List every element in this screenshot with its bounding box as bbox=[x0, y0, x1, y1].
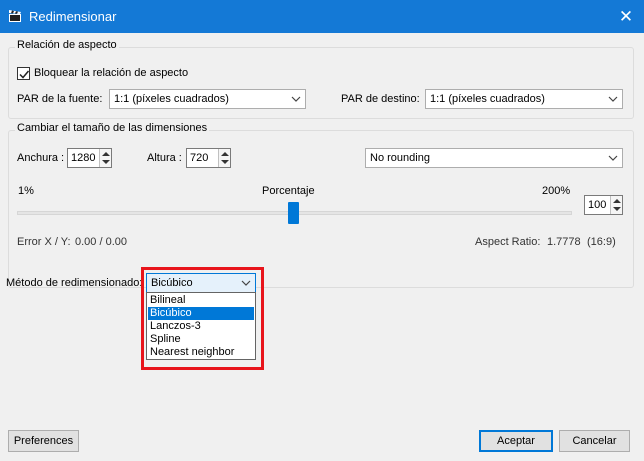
percentage-spin-buttons[interactable] bbox=[610, 196, 622, 214]
window-title: Redimensionar bbox=[29, 9, 117, 24]
aspect-ratio-label: Aspect Ratio: bbox=[475, 236, 541, 248]
clapperboard-icon bbox=[8, 9, 22, 23]
cancel-button[interactable]: Cancelar bbox=[559, 430, 630, 452]
dialog-body: Relación de aspecto Bloquear la relación… bbox=[0, 33, 644, 461]
aspect-ratio-group: Relación de aspecto Bloquear la relación… bbox=[8, 39, 634, 119]
error-label: Error X / Y: bbox=[17, 236, 71, 248]
checkmark-icon bbox=[19, 70, 30, 79]
width-spinbox[interactable]: 1280 bbox=[67, 148, 112, 168]
height-spinbox[interactable]: 720 bbox=[186, 148, 231, 168]
chevron-down-icon bbox=[608, 155, 618, 161]
spin-down-icon bbox=[613, 207, 621, 211]
resize-option[interactable]: Lanczos-3 bbox=[148, 320, 254, 333]
spin-down-icon bbox=[102, 160, 110, 164]
dimensions-group-title: Cambiar el tamaño de las dimensiones bbox=[15, 122, 210, 134]
chevron-down-icon bbox=[241, 280, 251, 286]
source-par-value: 1:1 (píxeles cuadrados) bbox=[114, 93, 229, 105]
resize-method-label: Método de redimensionado: bbox=[6, 277, 143, 289]
lock-aspect-checkbox[interactable] bbox=[17, 67, 30, 80]
source-par-select[interactable]: 1:1 (píxeles cuadrados) bbox=[109, 89, 306, 109]
percentage-spinbox[interactable]: 100 bbox=[584, 195, 623, 215]
aspect-ratio-fraction: (16:9) bbox=[587, 236, 616, 248]
resize-method-options: Bilineal Bicúbico Lanczos-3 Spline Neare… bbox=[146, 292, 256, 360]
chevron-down-icon bbox=[291, 96, 301, 102]
height-value: 720 bbox=[190, 152, 209, 164]
rounding-value: No rounding bbox=[370, 152, 430, 164]
aspect-ratio-group-title: Relación de aspecto bbox=[15, 39, 119, 51]
width-value: 1280 bbox=[71, 152, 96, 164]
accept-button[interactable]: Aceptar bbox=[479, 430, 553, 452]
percentage-label: Porcentaje bbox=[262, 185, 315, 197]
close-icon[interactable]: ✕ bbox=[608, 0, 644, 33]
dest-par-select[interactable]: 1:1 (píxeles cuadrados) bbox=[425, 89, 623, 109]
slider-max-label: 200% bbox=[542, 185, 571, 197]
source-par-label: PAR de la fuente: bbox=[17, 93, 103, 105]
preferences-button[interactable]: Preferences bbox=[8, 430, 79, 452]
height-label: Altura : bbox=[147, 152, 182, 164]
title-bar: Redimensionar ✕ bbox=[0, 0, 644, 33]
dimensions-group: Cambiar el tamaño de las dimensiones Anc… bbox=[8, 122, 634, 288]
width-label: Anchura : bbox=[17, 152, 65, 164]
resize-option[interactable]: Nearest neighbor bbox=[148, 346, 254, 359]
dest-par-label: PAR de destino: bbox=[341, 93, 420, 105]
resize-option[interactable]: Spline bbox=[148, 333, 254, 346]
aspect-ratio-value: 1.7778 bbox=[547, 236, 581, 248]
spin-up-icon bbox=[102, 152, 110, 156]
width-spin-buttons[interactable] bbox=[99, 149, 111, 167]
percentage-slider-thumb[interactable] bbox=[288, 202, 299, 224]
percentage-value: 100 bbox=[588, 199, 607, 211]
resize-option[interactable]: Bilineal bbox=[148, 294, 254, 307]
lock-aspect-label[interactable]: Bloquear la relación de aspecto bbox=[34, 67, 188, 79]
error-value: 0.00 / 0.00 bbox=[75, 236, 127, 248]
spin-up-icon bbox=[221, 152, 229, 156]
resize-method-selected: Bicúbico bbox=[151, 277, 193, 289]
resize-option[interactable]: Bicúbico bbox=[148, 307, 254, 320]
chevron-down-icon bbox=[608, 96, 618, 102]
height-spin-buttons[interactable] bbox=[218, 149, 230, 167]
spin-down-icon bbox=[221, 160, 229, 164]
rounding-select[interactable]: No rounding bbox=[365, 148, 623, 168]
resize-method-select[interactable]: Bicúbico bbox=[146, 273, 256, 293]
spin-up-icon bbox=[613, 199, 621, 203]
slider-min-label: 1% bbox=[18, 185, 34, 197]
dest-par-value: 1:1 (píxeles cuadrados) bbox=[430, 93, 545, 105]
